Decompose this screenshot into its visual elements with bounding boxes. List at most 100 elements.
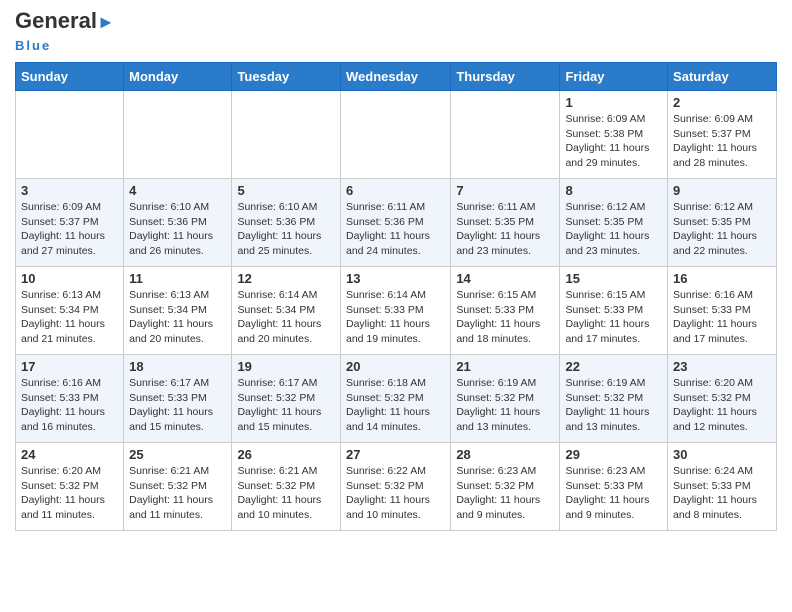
calendar-cell: 1 Sunrise: 6:09 AMSunset: 5:38 PMDaylight… (560, 91, 668, 179)
calendar-cell: 7 Sunrise: 6:11 AMSunset: 5:35 PMDaylight… (451, 179, 560, 267)
day-info: Sunrise: 6:20 AMSunset: 5:32 PMDaylight:… (21, 464, 118, 523)
day-info: Sunrise: 6:17 AMSunset: 5:32 PMDaylight:… (237, 376, 335, 435)
calendar-cell: 12Sunrise: 6:14 AMSunset: 5:34 PMDayligh… (232, 267, 341, 355)
calendar-cell: 16 Sunrise: 6:16 AMSunset: 5:33 PMDayligh… (668, 267, 777, 355)
day-info: Sunrise: 6:24 AMSunset: 5:33 PMDaylight:… (673, 464, 771, 523)
page: General►Blue SundayMondayTuesdayWednesda… (0, 0, 792, 546)
day-number: 2 (673, 95, 771, 110)
day-number: 19 (237, 359, 335, 374)
weekday-header-monday: Monday (124, 63, 232, 91)
weekday-header-row: SundayMondayTuesdayWednesdayThursdayFrid… (16, 63, 777, 91)
day-number: 17 (21, 359, 118, 374)
day-info: Sunrise: 6:18 AMSunset: 5:32 PMDaylight:… (346, 376, 445, 435)
day-info: Sunrise: 6:14 AMSunset: 5:34 PMDaylight:… (237, 288, 335, 347)
calendar-cell: 21 Sunrise: 6:19 AMSunset: 5:32 PMDayligh… (451, 355, 560, 443)
calendar-cell: 18Sunrise: 6:17 AMSunset: 5:33 PMDayligh… (124, 355, 232, 443)
calendar-cell: 23 Sunrise: 6:20 AMSunset: 5:32 PMDayligh… (668, 355, 777, 443)
day-info: Sunrise: 6:22 AMSunset: 5:32 PMDaylight:… (346, 464, 445, 523)
calendar-cell: 30 Sunrise: 6:24 AMSunset: 5:33 PMDayligh… (668, 443, 777, 531)
calendar-cell: 15 Sunrise: 6:15 AMSunset: 5:33 PMDayligh… (560, 267, 668, 355)
calendar-cell: 13 Sunrise: 6:14 AMSunset: 5:33 PMDayligh… (340, 267, 450, 355)
day-number: 23 (673, 359, 771, 374)
weekday-header-wednesday: Wednesday (340, 63, 450, 91)
day-info: Sunrise: 6:19 AMSunset: 5:32 PMDaylight:… (565, 376, 662, 435)
day-info: Sunrise: 6:10 AMSunset: 5:36 PMDaylight:… (129, 200, 226, 259)
day-info: Sunrise: 6:21 AMSunset: 5:32 PMDaylight:… (237, 464, 335, 523)
day-info: Sunrise: 6:13 AMSunset: 5:34 PMDaylight:… (129, 288, 226, 347)
header: General►Blue (15, 10, 777, 54)
day-info: Sunrise: 6:19 AMSunset: 5:32 PMDaylight:… (456, 376, 554, 435)
calendar-cell: 24 Sunrise: 6:20 AMSunset: 5:32 PMDayligh… (16, 443, 124, 531)
day-number: 9 (673, 183, 771, 198)
day-number: 5 (237, 183, 335, 198)
day-info: Sunrise: 6:09 AMSunset: 5:37 PMDaylight:… (21, 200, 118, 259)
calendar-cell: 20 Sunrise: 6:18 AMSunset: 5:32 PMDayligh… (340, 355, 450, 443)
day-number: 21 (456, 359, 554, 374)
day-number: 30 (673, 447, 771, 462)
calendar-cell: 11 Sunrise: 6:13 AMSunset: 5:34 PMDayligh… (124, 267, 232, 355)
day-info: Sunrise: 6:16 AMSunset: 5:33 PMDaylight:… (673, 288, 771, 347)
day-number: 22 (565, 359, 662, 374)
day-number: 16 (673, 271, 771, 286)
weekday-header-friday: Friday (560, 63, 668, 91)
day-info: Sunrise: 6:12 AMSunset: 5:35 PMDaylight:… (673, 200, 771, 259)
day-number: 27 (346, 447, 445, 462)
calendar-week-row: 10 Sunrise: 6:13 AMSunset: 5:34 PMDayligh… (16, 267, 777, 355)
day-number: 3 (21, 183, 118, 198)
calendar-week-row: 17 Sunrise: 6:16 AMSunset: 5:33 PMDayligh… (16, 355, 777, 443)
day-info: Sunrise: 6:10 AMSunset: 5:36 PMDaylight:… (237, 200, 335, 259)
day-number: 6 (346, 183, 445, 198)
calendar-cell: 22 Sunrise: 6:19 AMSunset: 5:32 PMDayligh… (560, 355, 668, 443)
calendar-cell: 25 Sunrise: 6:21 AMSunset: 5:32 PMDayligh… (124, 443, 232, 531)
day-info: Sunrise: 6:16 AMSunset: 5:33 PMDaylight:… (21, 376, 118, 435)
calendar-cell (232, 91, 341, 179)
calendar-cell: 6 Sunrise: 6:11 AMSunset: 5:36 PMDaylight… (340, 179, 450, 267)
day-info: Sunrise: 6:15 AMSunset: 5:33 PMDaylight:… (456, 288, 554, 347)
calendar-week-row: 24 Sunrise: 6:20 AMSunset: 5:32 PMDayligh… (16, 443, 777, 531)
calendar-cell (340, 91, 450, 179)
calendar-cell: 5 Sunrise: 6:10 AMSunset: 5:36 PMDaylight… (232, 179, 341, 267)
weekday-header-sunday: Sunday (16, 63, 124, 91)
calendar-cell: 9 Sunrise: 6:12 AMSunset: 5:35 PMDaylight… (668, 179, 777, 267)
day-info: Sunrise: 6:11 AMSunset: 5:35 PMDaylight:… (456, 200, 554, 259)
calendar-table: SundayMondayTuesdayWednesdayThursdayFrid… (15, 62, 777, 531)
logo-text: General►Blue (15, 10, 115, 54)
logo: General►Blue (15, 10, 115, 54)
day-number: 18 (129, 359, 226, 374)
day-number: 15 (565, 271, 662, 286)
calendar-week-row: 3 Sunrise: 6:09 AMSunset: 5:37 PMDaylight… (16, 179, 777, 267)
day-info: Sunrise: 6:15 AMSunset: 5:33 PMDaylight:… (565, 288, 662, 347)
day-info: Sunrise: 6:09 AMSunset: 5:38 PMDaylight:… (565, 112, 662, 171)
day-info: Sunrise: 6:23 AMSunset: 5:33 PMDaylight:… (565, 464, 662, 523)
calendar-cell: 17 Sunrise: 6:16 AMSunset: 5:33 PMDayligh… (16, 355, 124, 443)
day-info: Sunrise: 6:14 AMSunset: 5:33 PMDaylight:… (346, 288, 445, 347)
day-number: 28 (456, 447, 554, 462)
day-info: Sunrise: 6:12 AMSunset: 5:35 PMDaylight:… (565, 200, 662, 259)
day-number: 4 (129, 183, 226, 198)
calendar-cell: 28Sunrise: 6:23 AMSunset: 5:32 PMDayligh… (451, 443, 560, 531)
day-number: 24 (21, 447, 118, 462)
calendar-cell: 14 Sunrise: 6:15 AMSunset: 5:33 PMDayligh… (451, 267, 560, 355)
day-info: Sunrise: 6:21 AMSunset: 5:32 PMDaylight:… (129, 464, 226, 523)
day-info: Sunrise: 6:20 AMSunset: 5:32 PMDaylight:… (673, 376, 771, 435)
day-number: 29 (565, 447, 662, 462)
day-number: 25 (129, 447, 226, 462)
day-info: Sunrise: 6:13 AMSunset: 5:34 PMDaylight:… (21, 288, 118, 347)
day-number: 14 (456, 271, 554, 286)
day-number: 26 (237, 447, 335, 462)
calendar-cell: 3 Sunrise: 6:09 AMSunset: 5:37 PMDaylight… (16, 179, 124, 267)
weekday-header-tuesday: Tuesday (232, 63, 341, 91)
day-number: 1 (565, 95, 662, 110)
day-number: 13 (346, 271, 445, 286)
calendar-cell (124, 91, 232, 179)
calendar-cell: 26 Sunrise: 6:21 AMSunset: 5:32 PMDayligh… (232, 443, 341, 531)
weekday-header-saturday: Saturday (668, 63, 777, 91)
calendar-cell: 27 Sunrise: 6:22 AMSunset: 5:32 PMDayligh… (340, 443, 450, 531)
weekday-header-thursday: Thursday (451, 63, 560, 91)
day-number: 10 (21, 271, 118, 286)
day-info: Sunrise: 6:11 AMSunset: 5:36 PMDaylight:… (346, 200, 445, 259)
day-number: 11 (129, 271, 226, 286)
day-number: 7 (456, 183, 554, 198)
day-number: 20 (346, 359, 445, 374)
day-number: 8 (565, 183, 662, 198)
